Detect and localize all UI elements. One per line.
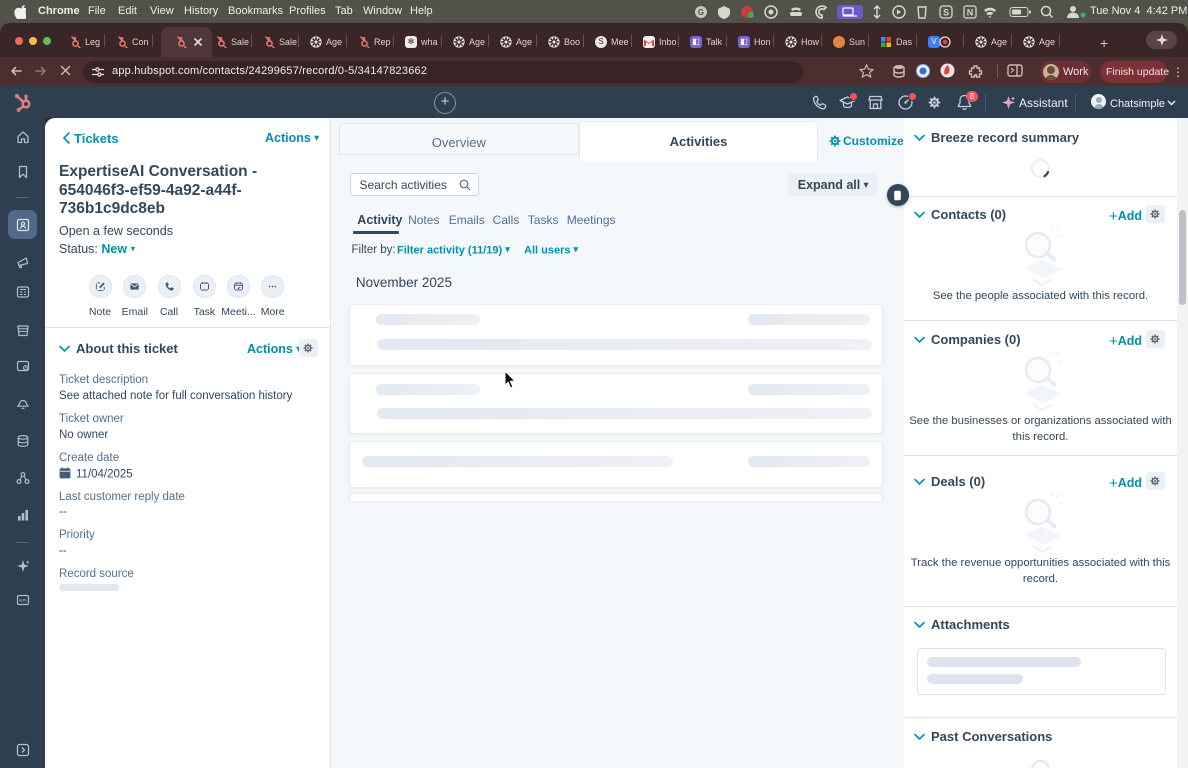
svg-text:N: N [967, 8, 974, 18]
svg-text:S: S [943, 8, 949, 18]
svg-text:G: G [698, 8, 704, 17]
svg-text:KPI: KPI [19, 598, 26, 603]
